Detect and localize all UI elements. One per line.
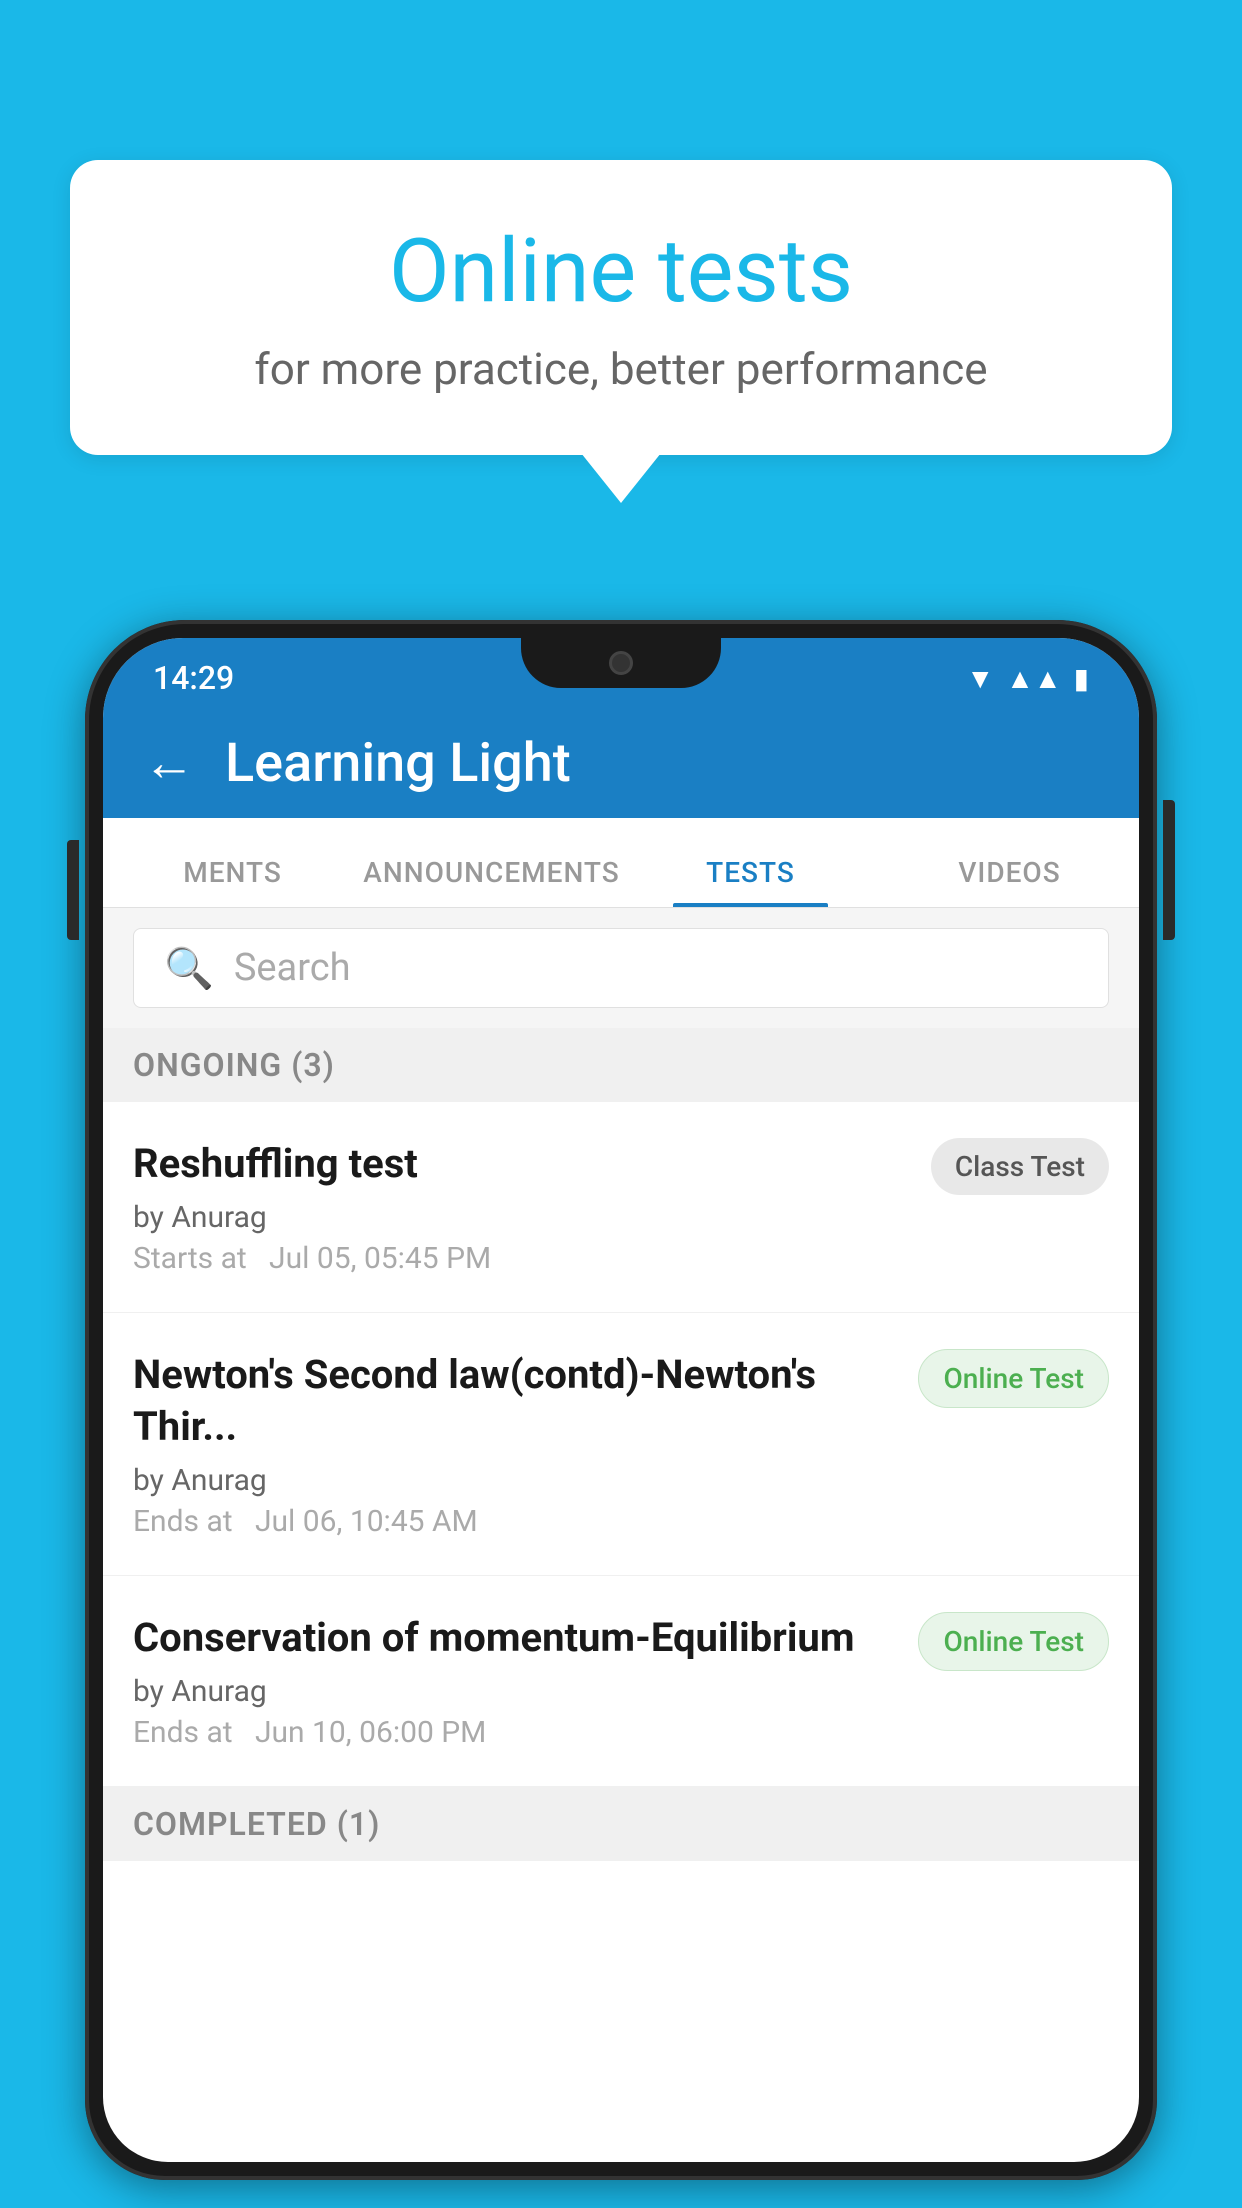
- bubble-subtitle: for more practice, better performance: [150, 343, 1092, 395]
- test-name-3: Conservation of momentum-Equilibrium: [133, 1612, 898, 1664]
- test-item-1[interactable]: Reshuffling test by Anurag Starts at Jul…: [103, 1102, 1139, 1313]
- test-author-2: by Anurag: [133, 1463, 898, 1498]
- ongoing-section-header: ONGOING (3): [103, 1028, 1139, 1102]
- test-item-3[interactable]: Conservation of momentum-Equilibrium by …: [103, 1576, 1139, 1787]
- phone-screen: 14:29 ▼ ▲▲ ▮ ← Learning Light MENTS ANNO…: [103, 638, 1139, 2162]
- test-badge-3: Online Test: [918, 1612, 1109, 1671]
- test-info-2: Newton's Second law(contd)-Newton's Thir…: [133, 1349, 898, 1539]
- phone-outer: 14:29 ▼ ▲▲ ▮ ← Learning Light MENTS ANNO…: [85, 620, 1157, 2180]
- bubble-title: Online tests: [150, 220, 1092, 323]
- ongoing-section-title: ONGOING (3): [133, 1046, 335, 1084]
- phone-wrapper: 14:29 ▼ ▲▲ ▮ ← Learning Light MENTS ANNO…: [85, 620, 1157, 2208]
- test-author-1: by Anurag: [133, 1200, 911, 1235]
- test-info-1: Reshuffling test by Anurag Starts at Jul…: [133, 1138, 911, 1276]
- tab-videos[interactable]: VIDEOS: [880, 856, 1139, 907]
- test-time-1: Starts at Jul 05, 05:45 PM: [133, 1241, 911, 1276]
- status-time: 14:29: [153, 659, 234, 697]
- wifi-icon: ▼: [966, 662, 994, 695]
- tab-tests[interactable]: TESTS: [621, 856, 880, 907]
- tabs-bar: MENTS ANNOUNCEMENTS TESTS VIDEOS: [103, 818, 1139, 908]
- tab-ments[interactable]: MENTS: [103, 856, 362, 907]
- search-icon: 🔍: [164, 945, 214, 992]
- test-info-3: Conservation of momentum-Equilibrium by …: [133, 1612, 898, 1750]
- speech-bubble: Online tests for more practice, better p…: [70, 160, 1172, 455]
- test-time-3: Ends at Jun 10, 06:00 PM: [133, 1715, 898, 1750]
- completed-section-header: COMPLETED (1): [103, 1787, 1139, 1861]
- search-input-placeholder[interactable]: Search: [234, 946, 351, 990]
- test-item-2[interactable]: Newton's Second law(contd)-Newton's Thir…: [103, 1313, 1139, 1576]
- status-icons: ▼ ▲▲ ▮: [966, 662, 1089, 695]
- test-badge-1: Class Test: [931, 1138, 1109, 1195]
- speech-bubble-tail: [581, 453, 661, 503]
- test-time-2: Ends at Jul 06, 10:45 AM: [133, 1504, 898, 1539]
- signal-icon: ▲▲: [1006, 662, 1061, 695]
- test-badge-2: Online Test: [918, 1349, 1109, 1408]
- battery-icon: ▮: [1074, 662, 1089, 695]
- tab-announcements[interactable]: ANNOUNCEMENTS: [362, 856, 621, 907]
- back-arrow-icon[interactable]: ←: [143, 737, 195, 789]
- test-list: Reshuffling test by Anurag Starts at Jul…: [103, 1102, 1139, 1787]
- app-bar-title: Learning Light: [225, 732, 571, 795]
- test-name-2: Newton's Second law(contd)-Newton's Thir…: [133, 1349, 898, 1453]
- search-box[interactable]: 🔍 Search: [133, 928, 1109, 1008]
- test-author-3: by Anurag: [133, 1674, 898, 1709]
- search-container: 🔍 Search: [103, 908, 1139, 1028]
- app-bar: ← Learning Light: [103, 708, 1139, 818]
- completed-section-title: COMPLETED (1): [133, 1805, 380, 1843]
- phone-notch: [521, 638, 721, 688]
- speech-bubble-wrapper: Online tests for more practice, better p…: [70, 160, 1172, 503]
- test-name-1: Reshuffling test: [133, 1138, 911, 1190]
- camera: [609, 651, 633, 675]
